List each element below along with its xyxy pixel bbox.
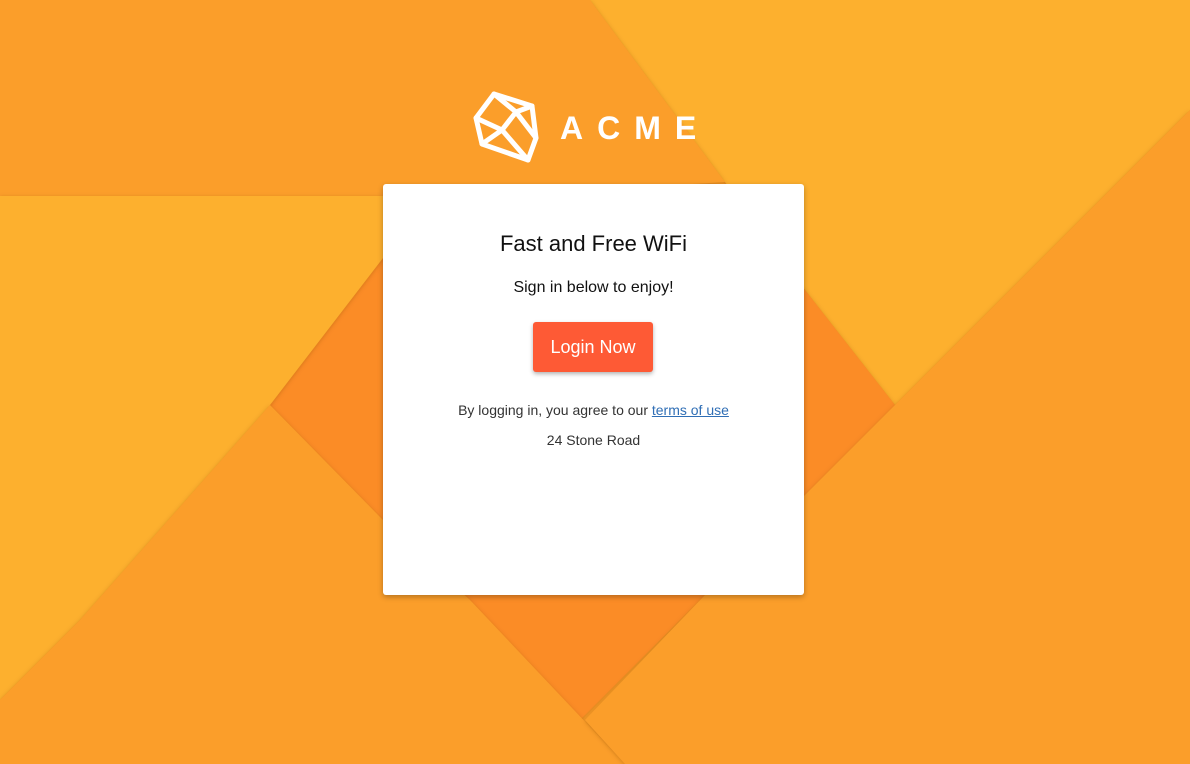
terms-notice: By logging in, you agree to our terms of…: [383, 402, 804, 418]
login-now-button[interactable]: Login Now: [533, 322, 653, 372]
terms-of-use-link[interactable]: terms of use: [652, 402, 729, 418]
cube-icon: [472, 90, 540, 166]
captive-portal-page: ACME Fast and Free WiFi Sign in below to…: [0, 0, 1190, 764]
brand-name: ACME: [560, 110, 711, 146]
brand-logo: ACME: [472, 90, 710, 166]
venue-address: 24 Stone Road: [546, 432, 641, 448]
card-title: Fast and Free WiFi: [499, 231, 688, 256]
terms-prefix: By logging in, you agree to our: [458, 402, 652, 418]
login-card: Fast and Free WiFi Sign in below to enjo…: [383, 184, 804, 595]
card-subtitle: Sign in below to enjoy!: [513, 279, 674, 296]
